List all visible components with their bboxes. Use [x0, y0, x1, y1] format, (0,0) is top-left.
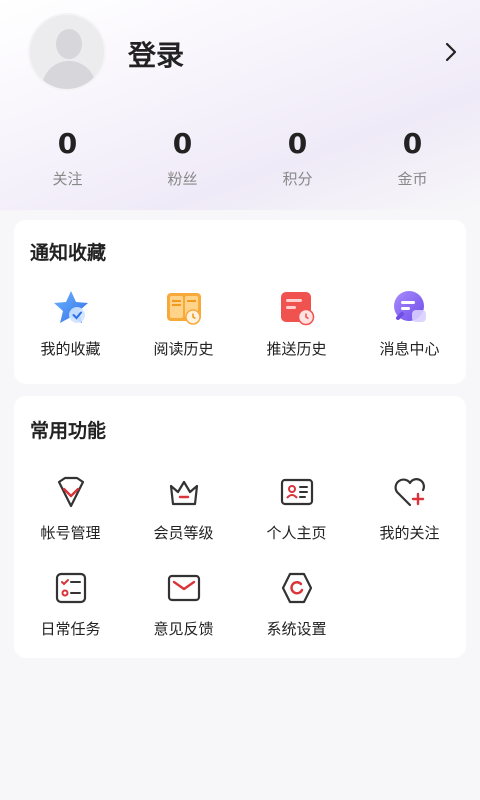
notify-card: 通知收藏 我的收藏 阅读历史 推送历史 消息中心	[14, 220, 466, 384]
grid-label: 日常任务	[40, 620, 101, 638]
star-icon	[53, 291, 88, 323]
common-card: 常用功能 帐号管理 会员等级 个人主页 我的关注 日常任务 意见反馈 系统设置	[14, 396, 466, 658]
grid-label: 我的关注	[379, 524, 440, 542]
stat-coins[interactable]: 0 金币	[355, 126, 470, 196]
grid-item-my-follow[interactable]: 我的关注	[353, 472, 466, 543]
grid-label: 阅读历史	[153, 340, 214, 358]
grid-item-message-center[interactable]: 消息中心	[353, 288, 466, 359]
section-title: 常用功能	[30, 420, 107, 442]
stat-following[interactable]: 0 关注	[10, 126, 125, 196]
stat-fans[interactable]: 0 粉丝	[125, 126, 240, 196]
chevron-right-icon[interactable]	[440, 40, 462, 64]
stats-row: 0 关注 0 粉丝 0 积分 0 金币	[10, 126, 470, 196]
profile-header[interactable]: 登录	[0, 0, 480, 110]
stat-label: 关注	[52, 170, 83, 188]
chat-bubble-icon	[393, 291, 426, 322]
grid-item-reading-history[interactable]: 阅读历史	[127, 288, 240, 359]
grid-label: 个人主页	[266, 524, 327, 542]
grid-item-account[interactable]: 帐号管理	[14, 472, 127, 543]
id-card-icon	[280, 478, 313, 506]
grid-item-favorites[interactable]: 我的收藏	[14, 288, 127, 359]
grid-label: 意见反馈	[153, 620, 214, 638]
crown-icon	[169, 480, 198, 506]
grid-item-daily-task[interactable]: 日常任务	[14, 568, 127, 639]
grid-label: 消息中心	[379, 340, 440, 358]
grid-item-member-level[interactable]: 会员等级	[127, 472, 240, 543]
grid-item-homepage[interactable]: 个人主页	[240, 472, 353, 543]
login-link[interactable]: 登录	[128, 34, 184, 74]
stat-label: 金币	[397, 170, 428, 188]
grid-label: 系统设置	[266, 620, 327, 638]
settings-hex-icon	[281, 572, 312, 604]
section-title: 通知收藏	[30, 242, 107, 264]
avatar-head	[56, 29, 82, 59]
stat-points[interactable]: 0 积分	[240, 126, 355, 196]
shield-check-icon	[57, 476, 84, 508]
stat-label: 积分	[282, 170, 313, 188]
stat-value: 0	[172, 127, 193, 160]
calendar-clock-icon	[280, 292, 314, 326]
heart-plus-icon	[394, 478, 425, 507]
stat-value: 0	[57, 127, 78, 160]
avatar[interactable]	[28, 13, 106, 91]
task-list-icon	[55, 572, 86, 604]
grid-item-settings[interactable]: 系统设置	[240, 568, 353, 639]
book-clock-icon	[166, 293, 201, 325]
grid-item-push-history[interactable]: 推送历史	[240, 288, 353, 359]
grid-label: 帐号管理	[40, 524, 101, 542]
mail-icon	[167, 574, 200, 602]
stat-value: 0	[287, 127, 308, 160]
stat-value: 0	[402, 127, 423, 160]
grid-label: 我的收藏	[40, 340, 101, 358]
grid-label: 推送历史	[266, 340, 327, 358]
grid-label: 会员等级	[153, 524, 214, 542]
avatar-body	[42, 61, 96, 89]
stat-label: 粉丝	[167, 170, 198, 188]
grid-item-feedback[interactable]: 意见反馈	[127, 568, 240, 639]
